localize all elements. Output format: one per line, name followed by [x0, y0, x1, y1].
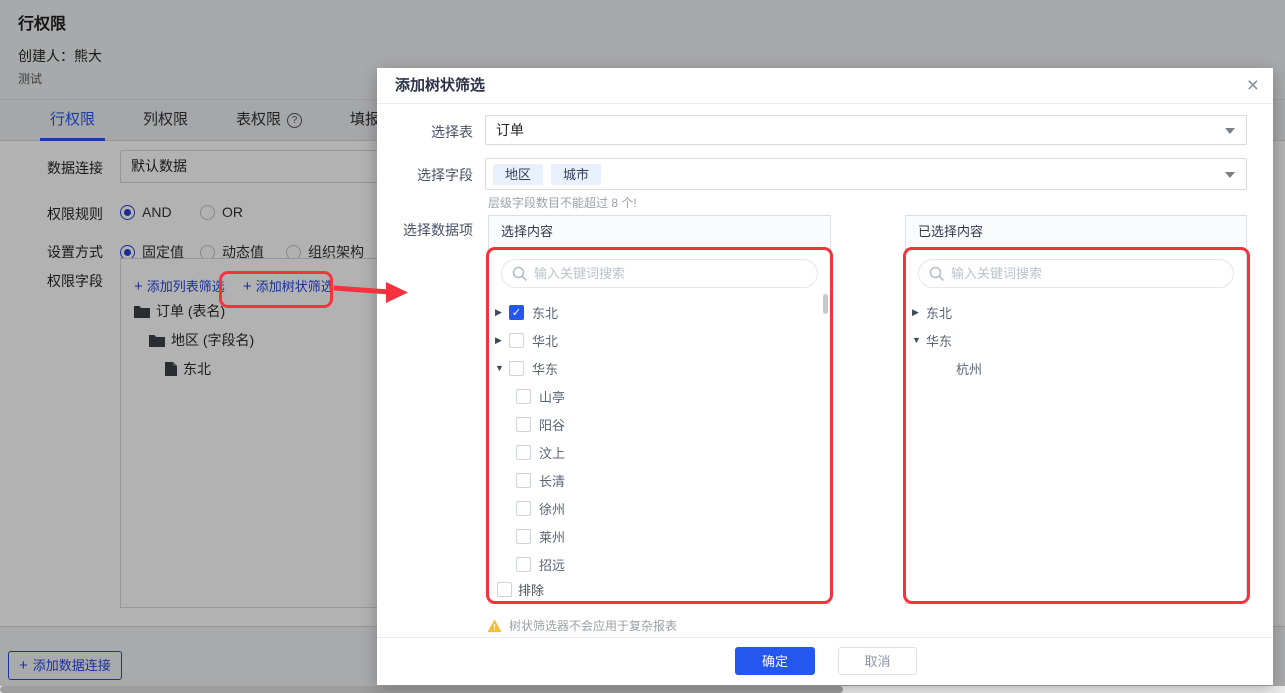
- available-search-input[interactable]: 输入关键词搜索: [501, 259, 818, 288]
- available-panel-header: 选择内容: [489, 216, 830, 249]
- warning-icon: !: [487, 619, 502, 633]
- selected-panel-header: 已选择内容: [906, 216, 1246, 249]
- tree-node[interactable]: 山亭: [489, 382, 830, 410]
- checkbox[interactable]: [509, 361, 524, 376]
- checkbox[interactable]: [516, 557, 531, 572]
- svg-text:!: !: [493, 622, 496, 632]
- available-content-panel: 选择内容 输入关键词搜索 ▶✓东北 ▶华北 ▼华东 山亭 阳谷 汶上 长清 徐州…: [488, 215, 831, 604]
- tree-node[interactable]: 阳谷: [489, 410, 830, 438]
- checkbox[interactable]: [516, 417, 531, 432]
- caret-down-icon[interactable]: ▼: [495, 363, 509, 373]
- caret-down-icon[interactable]: ▼: [912, 335, 926, 345]
- tree-node[interactable]: ▶华北: [489, 326, 830, 354]
- chevron-down-icon: [1225, 128, 1235, 139]
- selected-content-panel: 已选择内容 输入关键词搜索 ▶东北 ▼华东 杭州: [905, 215, 1247, 604]
- tree-node[interactable]: 招远: [489, 550, 830, 578]
- tree-node[interactable]: ▼华东: [906, 326, 1246, 354]
- dialog-title: 添加树状筛选: [395, 68, 485, 103]
- select-table-label: 选择表: [377, 122, 473, 142]
- selected-search-input[interactable]: 输入关键词搜索: [918, 259, 1234, 288]
- tree-node[interactable]: 汶上: [489, 438, 830, 466]
- tree-node[interactable]: 长清: [489, 466, 830, 494]
- divider: [377, 103, 1273, 104]
- select-items-label: 选择数据项: [377, 220, 473, 240]
- table-select[interactable]: 订单: [485, 115, 1247, 145]
- tree-node[interactable]: ▶东北: [906, 298, 1246, 326]
- checkbox[interactable]: [516, 473, 531, 488]
- selected-tree: ▶东北 ▼华东 杭州: [906, 298, 1246, 382]
- caret-right-icon[interactable]: ▶: [912, 307, 926, 318]
- search-icon: [929, 266, 945, 282]
- checkbox-checked[interactable]: ✓: [509, 305, 524, 320]
- add-tree-filter-dialog: 添加树状筛选 × 选择表 订单 选择字段 地区 城市 层级字段数目不能超过 8 …: [377, 68, 1273, 685]
- scrollbar-thumb[interactable]: [0, 686, 843, 693]
- search-icon: [512, 266, 528, 282]
- warning-message: ! 树状筛选器不会应用于复杂报表: [487, 617, 677, 634]
- cancel-button[interactable]: 取消: [838, 647, 917, 675]
- checkbox[interactable]: [516, 501, 531, 516]
- checkbox[interactable]: [516, 389, 531, 404]
- tree-node[interactable]: 杭州: [906, 354, 1246, 382]
- tree-node[interactable]: ▼华东: [489, 354, 830, 382]
- close-icon[interactable]: ×: [1247, 72, 1259, 100]
- checkbox[interactable]: [516, 529, 531, 544]
- field-tag-region[interactable]: 地区: [493, 164, 543, 185]
- divider: [377, 637, 1273, 638]
- available-tree: ▶✓东北 ▶华北 ▼华东 山亭 阳谷 汶上 长清 徐州 莱州 招远: [489, 298, 830, 578]
- tree-node[interactable]: ▶✓东北: [489, 298, 830, 326]
- vertical-scrollbar-thumb[interactable]: [823, 294, 828, 314]
- field-tag-city[interactable]: 城市: [551, 164, 601, 185]
- tree-node[interactable]: 莱州: [489, 522, 830, 550]
- checkbox[interactable]: [509, 333, 524, 348]
- exclude-checkbox-row[interactable]: 排除: [497, 580, 544, 599]
- field-select[interactable]: 地区 城市: [485, 158, 1247, 190]
- caret-right-icon[interactable]: ▶: [495, 335, 509, 346]
- checkbox[interactable]: [497, 582, 512, 597]
- chevron-down-icon: [1225, 172, 1235, 183]
- checkbox[interactable]: [516, 445, 531, 460]
- tree-node[interactable]: 徐州: [489, 494, 830, 522]
- horizontal-scrollbar[interactable]: [0, 686, 1285, 693]
- caret-right-icon[interactable]: ▶: [495, 307, 509, 318]
- search-placeholder: 输入关键词搜索: [951, 260, 1042, 287]
- select-field-label: 选择字段: [377, 165, 473, 185]
- confirm-button[interactable]: 确定: [735, 647, 815, 675]
- search-placeholder: 输入关键词搜索: [534, 260, 625, 287]
- field-hint: 层级字段数目不能超过 8 个!: [488, 194, 637, 211]
